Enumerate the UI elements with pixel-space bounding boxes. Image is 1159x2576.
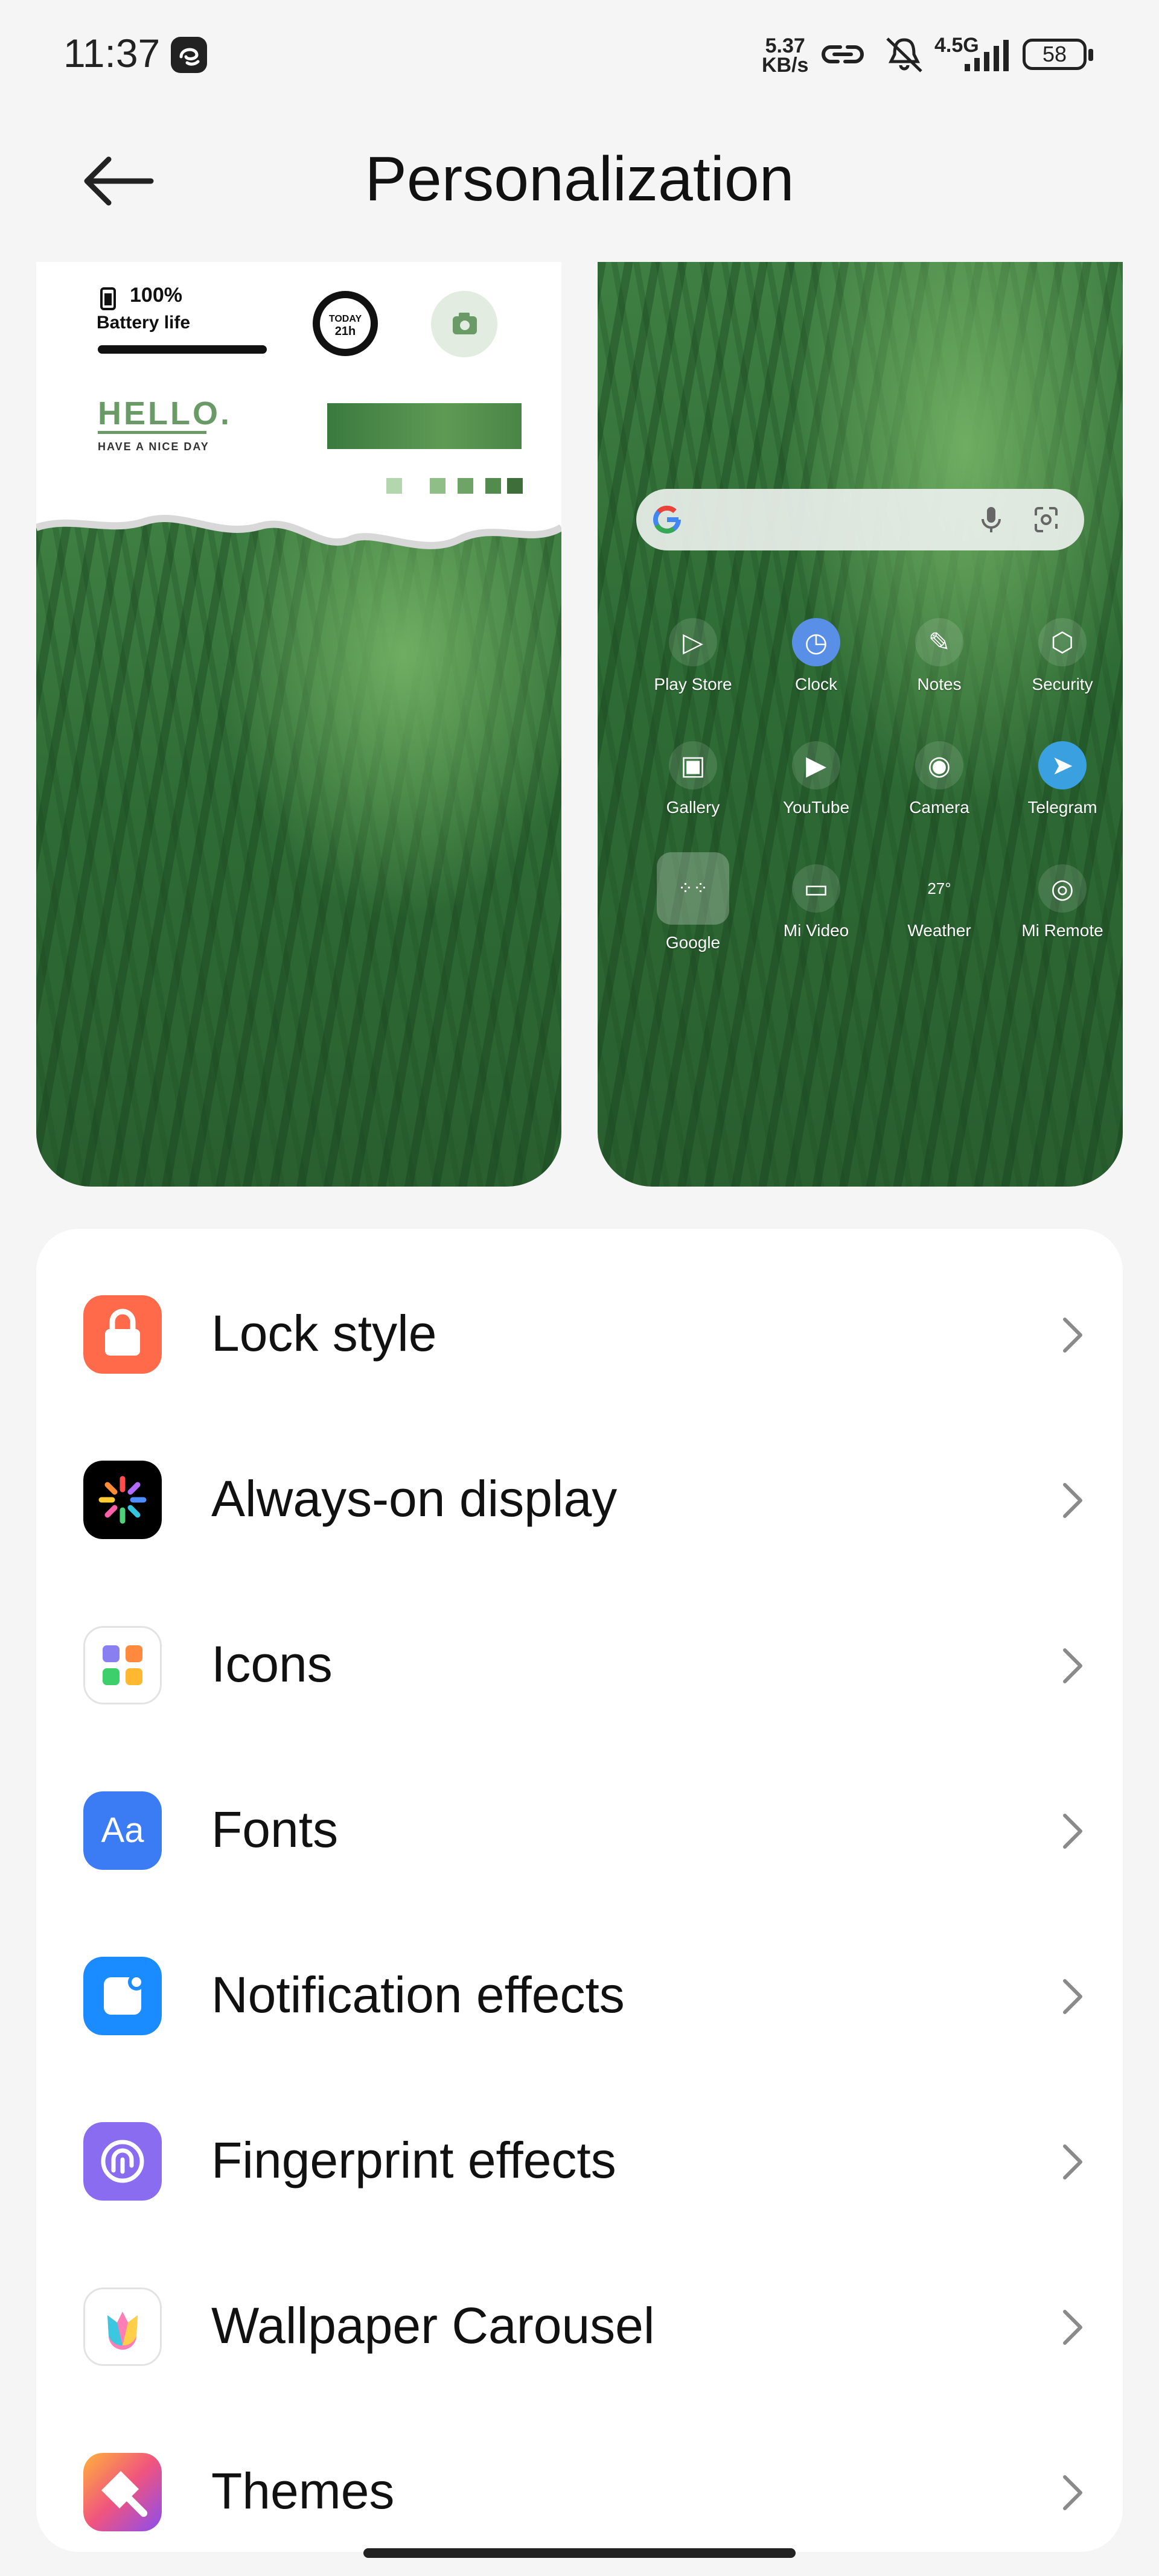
battery-indicator: 58 [1023,39,1093,70]
gallery-icon: ▣ [669,741,717,789]
microphone-icon [982,507,1001,532]
telegram-icon: ➤ [1038,741,1087,789]
menu-item-always-on-display[interactable]: Always-on display [36,1416,1123,1581]
app-camera: ◉ Camera [879,741,1000,817]
color-swatch [485,478,501,494]
notes-icon: ✎ [915,618,963,666]
hotspot-link-icon [822,45,864,63]
wallpaper-carousel-icon [83,2287,162,2366]
battery-bar [98,345,267,354]
clock-icon: ◷ [792,618,840,666]
weather-icon: 27° [927,879,951,897]
signal-strength-icon [965,40,1009,71]
lens-icon [1035,507,1058,532]
google-g-icon [653,505,681,534]
camera-icon [453,313,477,334]
chevron-right-icon [1063,1979,1082,2014]
color-swatch [458,478,473,494]
home-screen-preview[interactable]: ▷ Play Store ◷ Clock ✎ Notes ⬡ Security … [598,262,1123,1187]
network-speed: 5.37 KB/s [762,34,809,77]
nice-day-text: HAVE A NICE DAY [98,441,209,453]
photo-strip [327,403,522,449]
chevron-right-icon [1063,2144,1082,2179]
app-notes: ✎ Notes [879,618,1000,694]
chevron-right-icon [1063,2310,1082,2345]
status-bar: 11:37 5.37 KB/s 4.5G 58 [0,0,1159,109]
app-weather: 27° Weather [879,864,1000,940]
page-title: Personalization [365,144,794,214]
menu-item-notification-effects[interactable]: Notification effects [36,1912,1123,2077]
google-search-bar [636,489,1084,550]
app-mi-video: ▭ Mi Video [756,864,876,940]
color-swatch [507,478,523,494]
hello-underline [98,431,206,434]
mi-remote-icon: ◎ [1038,864,1087,913]
chevron-right-icon [1063,1483,1082,1518]
app-play-store: ▷ Play Store [633,618,753,694]
menu-item-fingerprint-effects[interactable]: Fingerprint effects [36,2077,1123,2243]
notification-icon [83,1957,162,2035]
app-youtube: ▶ YouTube [756,741,876,817]
menu-item-icons[interactable]: Icons [36,1581,1123,1747]
play-store-icon: ▷ [669,618,717,666]
app-gallery: ▣ Gallery [633,741,753,817]
security-icon: ⬡ [1038,618,1087,666]
fonts-icon: Aa [83,1791,162,1870]
menu-item-wallpaper-carousel[interactable]: Wallpaper Carousel [36,2243,1123,2408]
battery-widget-icon [100,287,116,310]
screen-time-ring: TODAY 21h [313,291,378,356]
mi-video-icon: ▭ [792,864,840,913]
status-time: 11:37 [63,31,161,75]
always-on-display-icon [83,1461,162,1539]
camera-icon: ◉ [915,741,963,789]
hello-text: HELLO. [98,395,232,432]
camera-shortcut [431,291,497,357]
youtube-icon: ▶ [792,741,840,789]
menu-item-fonts[interactable]: Aa Fonts [36,1747,1123,1912]
svg-text:Aa: Aa [101,1811,145,1850]
app-notification-icon [171,37,207,73]
app-clock: ◷ Clock [756,618,876,694]
menu-item-lock-style[interactable]: Lock style [36,1251,1123,1416]
personalization-menu: Lock style Always-on display Icons Aa Fo… [36,1229,1123,2552]
forest-wallpaper [598,262,1123,1187]
paper-tear-edge [36,503,561,549]
color-swatch [430,478,445,494]
color-swatch [386,478,402,494]
lock-screen-preview[interactable]: 100% Battery life TODAY 21h HELLO. HAVE … [36,262,561,1187]
battery-label: Battery life [97,313,191,333]
lock-icon [83,1295,162,1374]
chevron-right-icon [1063,1814,1082,1849]
icons-grid-icon [83,1626,162,1704]
chevron-right-icon [1063,1318,1082,1353]
chevron-right-icon [1063,2475,1082,2510]
battery-percent: 100% [130,284,182,307]
app-security: ⬡ Security [1002,618,1123,694]
app-mi-remote: ◎ Mi Remote [1002,864,1123,940]
forest-wallpaper [36,521,561,1187]
themes-icon [83,2453,162,2531]
home-gesture-bar[interactable] [363,2548,796,2558]
silent-mode-icon [886,37,922,72]
fingerprint-icon [83,2122,162,2201]
chevron-right-icon [1063,1648,1082,1683]
app-google-folder: ⁘⁘ Google [633,852,753,952]
app-telegram: ➤ Telegram [1002,741,1123,817]
google-folder-icon: ⁘⁘ [657,852,729,925]
